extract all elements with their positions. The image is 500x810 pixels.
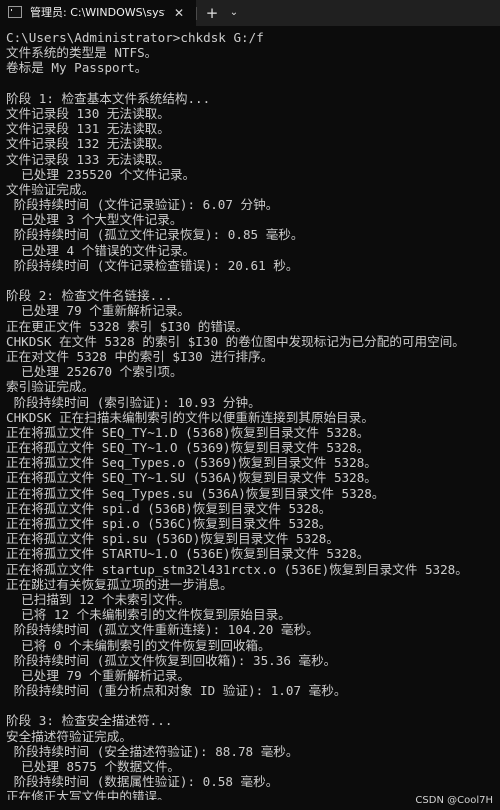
new-tab-button[interactable]: + bbox=[203, 3, 221, 23]
terminal-line: CHKDSK 在文件 5328 的索引 $I30 的卷位图中发现标记为已分配的可… bbox=[6, 333, 465, 349]
terminal-output[interactable]: C:\Users\Administrator>chkdsk G:/f 文件系统的类… bbox=[6, 30, 496, 800]
terminal-line: 安全描述符验证完成。 bbox=[6, 728, 132, 744]
terminal-line: 文件记录段 132 无法读取。 bbox=[6, 136, 170, 152]
terminal-line: 正在将孤立文件 SEQ_TY~1.D (5368)恢复到目录文件 5328。 bbox=[6, 424, 370, 440]
terminal-line: C:\Users\Administrator>chkdsk G:/f bbox=[6, 30, 264, 45]
terminal-line: 阶段 2: 检查文件名链接... bbox=[6, 288, 173, 304]
terminal-line: 文件验证完成。 bbox=[6, 181, 95, 197]
terminal-line: 正在将孤立文件 startup_stm32l431rctx.o (536E)恢复… bbox=[6, 561, 468, 577]
terminal-line: 已将 12 个未编制索引的文件恢复到原始目录。 bbox=[6, 607, 291, 623]
terminal-line: CHKDSK 正在扫描未编制索引的文件以便重新连接到其原始目录。 bbox=[6, 409, 374, 425]
terminal-line: 正在对文件 5328 中的索引 $I30 进行排序。 bbox=[6, 348, 274, 364]
terminal-line: 正在将孤立文件 spi.su (536D)恢复到目录文件 5328。 bbox=[6, 531, 339, 547]
terminal-line: 阶段持续时间 (孤立文件重新连接): 104.20 毫秒。 bbox=[6, 622, 319, 638]
terminal-line: 阶段 1: 检查基本文件系统结构... bbox=[6, 90, 211, 106]
terminal-line: 已扫描到 12 个未索引文件。 bbox=[6, 591, 191, 607]
terminal-line: 正在将孤立文件 spi.d (536B)恢复到目录文件 5328。 bbox=[6, 500, 332, 516]
terminal-line: 正在更正文件 5328 索引 $I30 的错误。 bbox=[6, 318, 249, 334]
terminal-line: 正在将孤立文件 Seq_Types.su (536A)恢复到目录文件 5328。 bbox=[6, 485, 385, 501]
terminal-line: 正在将孤立文件 SEQ_TY~1.SU (536A)恢复到目录文件 5328。 bbox=[6, 470, 377, 486]
terminal-line: 已处理 252670 个索引项。 bbox=[6, 364, 183, 380]
terminal-line: 索引验证完成。 bbox=[6, 379, 95, 395]
terminal-window: 管理员: C:\WINDOWS\system32 ✕ + ⌄ C:\Users\… bbox=[0, 0, 500, 810]
terminal-line: 文件记录段 131 无法读取。 bbox=[6, 121, 170, 137]
tab-divider bbox=[196, 7, 197, 20]
terminal-line: 正在将孤立文件 Seq_Types.o (5369)恢复到目录文件 5328。 bbox=[6, 455, 377, 471]
terminal-icon bbox=[8, 6, 22, 18]
terminal-line: 已处理 4 个错误的文件记录。 bbox=[6, 242, 196, 258]
terminal-tab[interactable]: 管理员: C:\WINDOWS\system32 ✕ bbox=[0, 0, 196, 26]
terminal-line: 阶段持续时间 (安全描述符验证): 88.78 毫秒。 bbox=[6, 743, 299, 759]
terminal-line: 阶段持续时间 (文件记录检查错误): 20.61 秒。 bbox=[6, 257, 299, 273]
terminal-line: 阶段持续时间 (文件记录验证): 6.07 分钟。 bbox=[6, 197, 279, 213]
terminal-line: 文件记录段 130 无法读取。 bbox=[6, 105, 170, 121]
terminal-line: 阶段持续时间 (重分析点和对象 ID 验证): 1.07 毫秒。 bbox=[6, 683, 347, 699]
title-bar: 管理员: C:\WINDOWS\system32 ✕ + ⌄ bbox=[0, 0, 500, 26]
watermark-text: CSDN @Cool7H bbox=[415, 795, 493, 806]
terminal-line: 已处理 235520 个文件记录。 bbox=[6, 166, 196, 182]
terminal-line: 已处理 79 个重新解析记录。 bbox=[6, 303, 191, 319]
terminal-line: 阶段持续时间 (索引验证): 10.93 分钟。 bbox=[6, 394, 261, 410]
close-tab-button[interactable]: ✕ bbox=[170, 4, 188, 22]
tab-dropdown-button[interactable]: ⌄ bbox=[226, 4, 242, 22]
terminal-line: 已处理 79 个重新解析记录。 bbox=[6, 667, 191, 683]
terminal-line: 已处理 8575 个数据文件。 bbox=[6, 759, 181, 774]
terminal-line: 正在跳过有关恢复孤立项的进一步消息。 bbox=[6, 576, 233, 592]
terminal-line: 文件记录段 133 无法读取。 bbox=[6, 151, 170, 167]
terminal-line: 阶段持续时间 (数据属性验证): 0.58 毫秒。 bbox=[6, 774, 279, 790]
tab-title: 管理员: C:\WINDOWS\system32 bbox=[30, 6, 165, 19]
terminal-line: 已处理 3 个大型文件记录。 bbox=[6, 212, 183, 228]
terminal-line: 正在将孤立文件 STARTU~1.O (536E)恢复到目录文件 5328。 bbox=[6, 546, 370, 562]
terminal-line: 文件系统的类型是 NTFS。 bbox=[6, 45, 158, 61]
terminal-line: 正在将孤立文件 SEQ_TY~1.O (5369)恢复到目录文件 5328。 bbox=[6, 440, 370, 456]
terminal-line: 阶段持续时间 (孤立文件记录恢复): 0.85 毫秒。 bbox=[6, 227, 304, 243]
terminal-line: 阶段持续时间 (孤立文件恢复到回收箱): 35.36 毫秒。 bbox=[6, 652, 337, 668]
terminal-line: 卷标是 My Passport。 bbox=[6, 60, 148, 76]
terminal-line: 已将 0 个未编制索引的文件恢复到回收箱。 bbox=[6, 637, 271, 653]
terminal-line: 正在将孤立文件 spi.o (536C)恢复到目录文件 5328。 bbox=[6, 516, 332, 531]
terminal-line: 阶段 3: 检查安全描述符... bbox=[6, 713, 173, 729]
